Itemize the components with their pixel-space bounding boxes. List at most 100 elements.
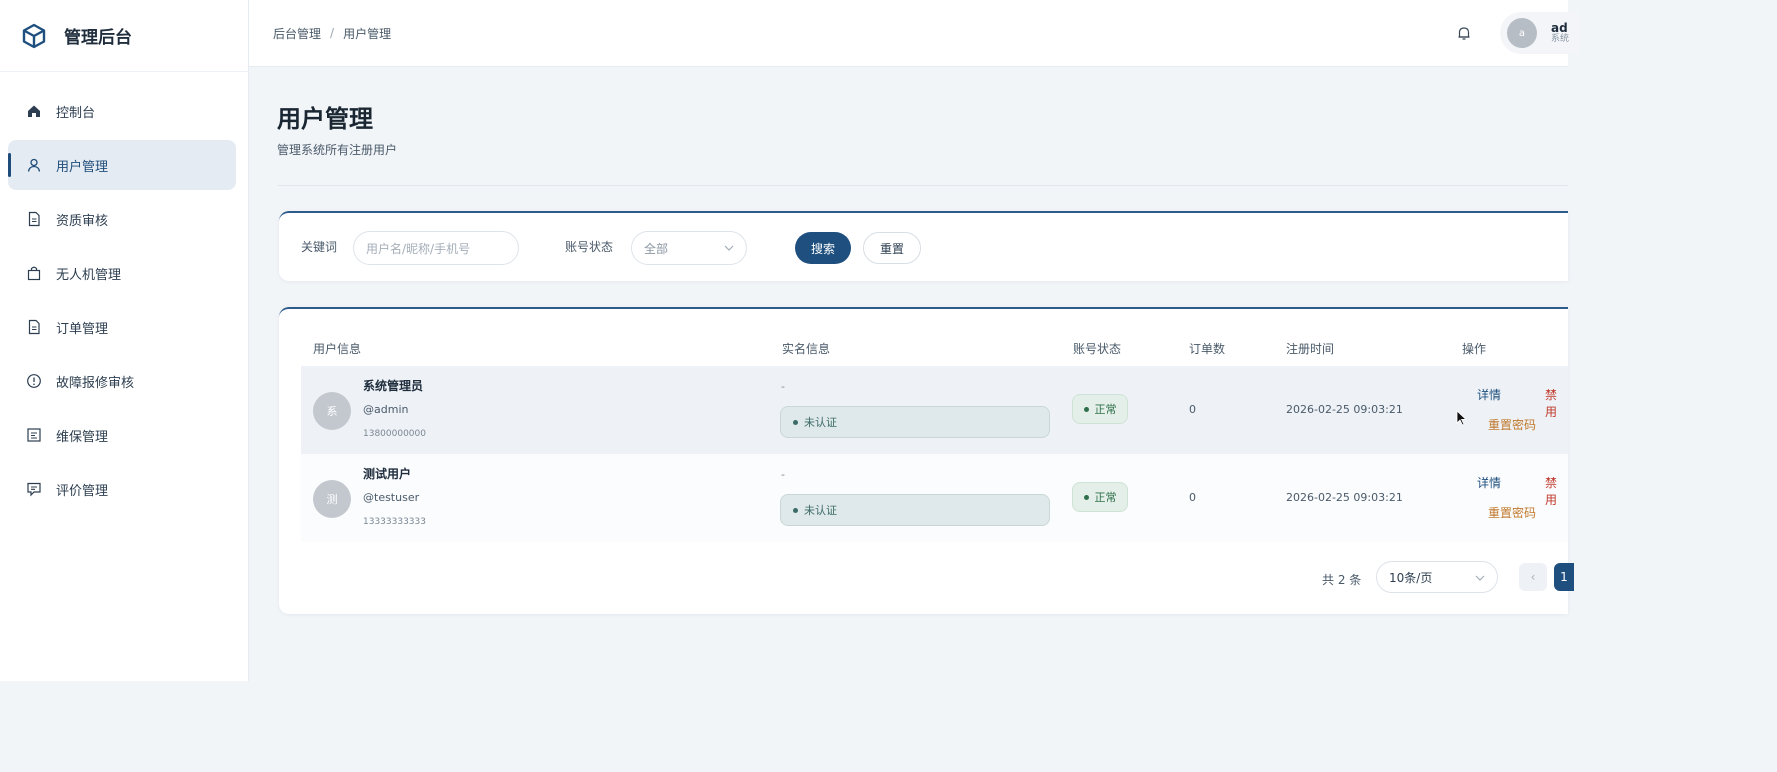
- pagination-total: 共 2 条: [1322, 573, 1362, 587]
- breadcrumb-separator: /: [330, 26, 335, 40]
- reset-button[interactable]: 重置: [863, 232, 921, 264]
- home-icon: [26, 103, 42, 119]
- verify-badge: 未认证: [780, 406, 1050, 438]
- reset-password-link[interactable]: 重置密码: [1488, 416, 1536, 433]
- sidebar: 管理后台 控制台 用户管理 资质审核 无人机管理 订单管理 故障报修审核 维保管…: [0, 0, 249, 681]
- avatar: a: [1507, 18, 1537, 48]
- alert-circle-icon: [26, 373, 42, 389]
- sidebar-item-label: 资质审核: [56, 213, 109, 229]
- brand[interactable]: 管理后台: [0, 0, 248, 72]
- status-select-value: 全部: [644, 241, 669, 256]
- status-badge: 正常: [1072, 482, 1128, 512]
- column-header-user-info: 用户信息: [313, 342, 362, 356]
- message-icon: [26, 481, 42, 497]
- avatar: 测: [313, 480, 351, 518]
- column-header-registered: 注册时间: [1286, 342, 1335, 356]
- column-header-orders: 订单数: [1189, 342, 1226, 356]
- page-size-select[interactable]: 10条/页: [1376, 561, 1498, 593]
- page-size-value: 10条/页: [1389, 570, 1433, 585]
- page-subtitle: 管理系统所有注册用户: [277, 143, 398, 157]
- search-button[interactable]: 搜索: [795, 232, 851, 264]
- maintenance-icon: [26, 427, 42, 443]
- verify-text: 未认证: [804, 416, 837, 429]
- cube-logo-icon: [22, 23, 46, 48]
- user-name: ad: [1551, 20, 1568, 35]
- table-row: 系 系统管理员 @admin 13800000000 - 未认证 正常 0 20…: [301, 366, 1568, 454]
- sidebar-item-orders[interactable]: 订单管理: [8, 302, 236, 352]
- sidebar-item-repair-review[interactable]: 故障报修审核: [8, 356, 236, 406]
- user-phone: 13800000000: [363, 429, 426, 439]
- table-row: 测 测试用户 @testuser 13333333333 - 未认证 正常 0 …: [301, 454, 1568, 542]
- detail-link[interactable]: 详情: [1477, 474, 1501, 491]
- keyword-placeholder: 用户名/昵称/手机号: [366, 241, 471, 256]
- status-label: 账号状态: [565, 240, 614, 254]
- user-table-card: 用户信息 实名信息 账号状态 订单数 注册时间 操作 系 系统管理员 @admi…: [279, 307, 1574, 614]
- registered-time: 2026-02-25 09:03:21: [1286, 491, 1403, 504]
- user-handle: @testuser: [363, 491, 420, 504]
- reset-password-link[interactable]: 重置密码: [1488, 504, 1536, 521]
- filter-card: 关键词 用户名/昵称/手机号 账号状态 全部 搜索 重置: [279, 211, 1568, 281]
- disable-link[interactable]: 禁用: [1545, 386, 1568, 420]
- keyword-input[interactable]: 用户名/昵称/手机号: [353, 231, 519, 265]
- page-title: 用户管理: [277, 105, 373, 133]
- status-text: 正常: [1094, 403, 1117, 416]
- sidebar-item-label: 控制台: [56, 105, 96, 121]
- user-menu[interactable]: a ad 系统: [1500, 12, 1580, 54]
- sidebar-item-label: 订单管理: [56, 321, 109, 337]
- status-dot: [793, 507, 798, 513]
- status-dot: [793, 419, 798, 425]
- sidebar-item-label: 评价管理: [56, 483, 109, 499]
- sidebar-menu: 控制台 用户管理 资质审核 无人机管理 订单管理 故障报修审核 维保管理 评价管…: [0, 72, 248, 514]
- prev-page-button[interactable]: ‹: [1519, 563, 1547, 591]
- realname-value: -: [781, 380, 785, 393]
- sidebar-item-label: 无人机管理: [56, 267, 122, 283]
- sidebar-item-label: 故障报修审核: [56, 375, 135, 391]
- keyword-label: 关键词: [301, 240, 338, 254]
- sidebar-item-label: 用户管理: [56, 159, 109, 175]
- realname-value: -: [781, 468, 785, 481]
- avatar: 系: [313, 392, 351, 430]
- divider: [277, 185, 1568, 186]
- disable-link[interactable]: 禁用: [1545, 474, 1568, 508]
- user-role: 系统: [1551, 33, 1570, 44]
- mouse-pointer-icon: [1456, 410, 1468, 426]
- bag-icon: [26, 265, 42, 281]
- document-icon: [26, 319, 42, 335]
- user-icon: [26, 157, 42, 173]
- document-icon: [26, 211, 42, 227]
- sidebar-item-label: 维保管理: [56, 429, 109, 445]
- breadcrumb-item-users: 用户管理: [343, 26, 392, 41]
- chevron-down-icon: [1475, 575, 1485, 581]
- sidebar-item-maintenance[interactable]: 维保管理: [8, 410, 236, 460]
- column-header-actions: 操作: [1462, 342, 1487, 356]
- current-page-button[interactable]: 1: [1554, 563, 1574, 591]
- sidebar-item-users[interactable]: 用户管理: [8, 140, 236, 190]
- breadcrumb: 后台管理 / 用户管理: [273, 25, 391, 42]
- user-name: 测试用户: [363, 467, 412, 481]
- status-select[interactable]: 全部: [631, 231, 747, 265]
- status-badge: 正常: [1072, 394, 1128, 424]
- user-handle: @admin: [363, 403, 409, 416]
- user-info: ad 系统: [1551, 22, 1569, 44]
- user-phone: 13333333333: [363, 517, 426, 527]
- registered-time: 2026-02-25 09:03:21: [1286, 403, 1403, 416]
- sidebar-item-drones[interactable]: 无人机管理: [8, 248, 236, 298]
- main-content: 用户管理 管理系统所有注册用户 关键词 用户名/昵称/手机号 账号状态 全部 搜…: [249, 67, 1574, 681]
- topbar: 后台管理 / 用户管理 a ad 系统: [249, 0, 1580, 67]
- column-header-status: 账号状态: [1073, 342, 1122, 356]
- verify-text: 未认证: [804, 504, 837, 517]
- bell-icon[interactable]: [1455, 24, 1473, 42]
- user-name: 系统管理员: [363, 379, 424, 393]
- sidebar-item-reviews[interactable]: 评价管理: [8, 464, 236, 514]
- status-dot: [1083, 406, 1089, 412]
- sidebar-item-qualification[interactable]: 资质审核: [8, 194, 236, 244]
- verify-badge: 未认证: [780, 494, 1050, 526]
- order-count: 0: [1189, 491, 1196, 504]
- brand-title: 管理后台: [64, 28, 132, 48]
- order-count: 0: [1189, 403, 1196, 416]
- breadcrumb-item-admin[interactable]: 后台管理: [273, 25, 321, 42]
- detail-link[interactable]: 详情: [1477, 386, 1501, 403]
- sidebar-item-dashboard[interactable]: 控制台: [8, 86, 236, 136]
- status-dot: [1083, 494, 1089, 500]
- column-header-realname: 实名信息: [782, 342, 831, 356]
